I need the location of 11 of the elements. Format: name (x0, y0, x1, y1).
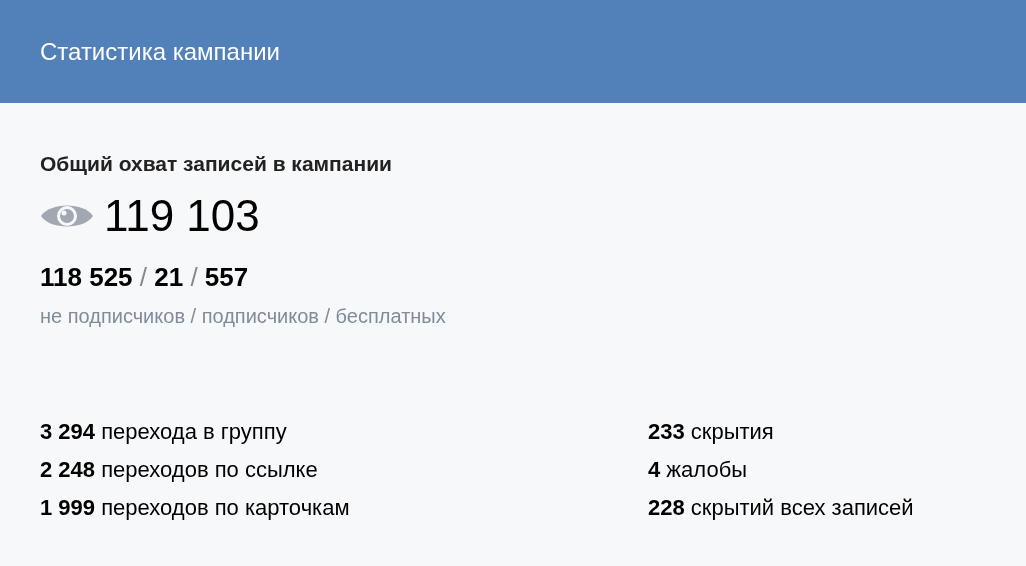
total-reach: 119 103 (104, 193, 260, 238)
stat-text: 4 жалобы (648, 455, 749, 484)
header-title: Статистика кампании (40, 36, 280, 67)
stat-text: 1 999 переходов по карточкам (40, 493, 351, 522)
stat-text: 228 скрытий всех записей (648, 493, 914, 522)
stat-text: 3 294 перехода в группу (40, 417, 288, 446)
stat-text: 233 скрытия (648, 417, 775, 446)
breakdown-caption: не подписчиков / подписчиков / бесплатных (40, 303, 447, 329)
stat-text: 2 248 переходов по ссылке (40, 455, 319, 484)
reach-breakdown: 118 525 / 21 / 557 (40, 260, 250, 294)
section-title: Общий охват записей в кампании (40, 151, 393, 177)
